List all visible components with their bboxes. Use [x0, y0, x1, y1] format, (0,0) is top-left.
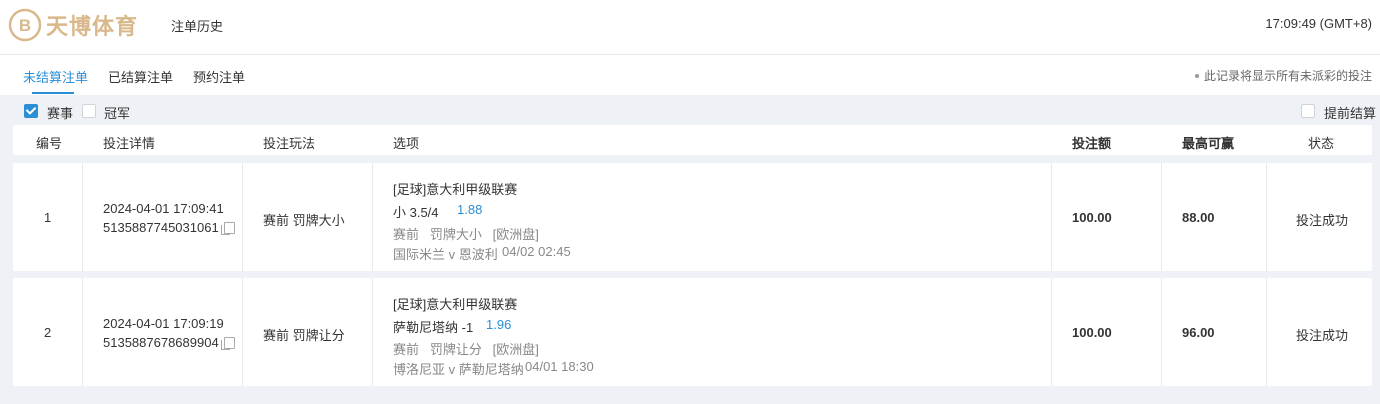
copy-icon[interactable] — [220, 221, 235, 235]
early-settle-label: 提前结算 — [1324, 106, 1377, 121]
champion-filter-label: 冠军 — [104, 106, 131, 121]
bet-stake: 100.00 — [1072, 210, 1112, 225]
bet-number: 2 — [44, 325, 52, 340]
bet-market: 赛前 罚牌大小 [欧洲盘] — [393, 227, 539, 242]
col-max-win: 最高可赢 — [1182, 136, 1235, 151]
bet-ticket: 5135887678689904 — [103, 335, 235, 350]
filter-bar: 赛事 冠军 提前结算 — [0, 95, 1380, 125]
bullet-icon — [1194, 73, 1199, 78]
bet-match: 博洛尼亚 v 萨勒尼塔纳 — [393, 362, 524, 377]
nav-bet-history[interactable]: 注单历史 — [171, 16, 223, 35]
info-note-text: 此记录将显示所有未派彩的投注 — [1203, 69, 1372, 83]
cell-option: [足球]意大利甲级联赛 小 3.5/4 1.88 赛前 罚牌大小 [欧洲盘] 国… — [372, 163, 1051, 271]
cell-id: 2 — [13, 278, 82, 386]
bet-market: 赛前 罚牌让分 [欧洲盘] — [393, 342, 539, 357]
cell-play: 赛前 罚牌大小 — [242, 163, 373, 271]
bet-number: 1 — [44, 210, 52, 225]
cell-detail: 2024-04-01 17:09:41 5135887745031061 — [82, 163, 242, 271]
bet-datetime: 2024-04-01 17:09:41 — [103, 201, 224, 216]
col-play: 投注玩法 — [263, 136, 316, 151]
early-settle-checkbox[interactable] — [1301, 104, 1315, 118]
clock: 17:09:49 (GMT+8) — [1265, 16, 1372, 31]
logo-mark-icon: B — [8, 8, 42, 42]
info-note: 此记录将显示所有未派彩的投注 — [1194, 67, 1372, 84]
bet-league: [足球]意大利甲级联赛 — [393, 297, 518, 312]
cell-stake: 100.00 — [1051, 278, 1162, 386]
bet-stake: 100.00 — [1072, 325, 1112, 340]
cell-play: 赛前 罚牌让分 — [242, 278, 373, 386]
event-filter-label: 赛事 — [47, 106, 74, 121]
table-row: 1 2024-04-01 17:09:41 5135887745031061 赛… — [13, 163, 1372, 271]
tab-unsettled[interactable]: 未结算注单 — [23, 67, 88, 86]
bet-match: 国际米兰 v 恩波利 — [393, 247, 498, 262]
ticket-number: 5135887678689904 — [103, 335, 219, 350]
cell-max-win: 88.00 — [1161, 163, 1267, 271]
active-tab-indicator — [32, 92, 74, 94]
table-header: 编号 投注详情 投注玩法 选项 投注额 最高可赢 状态 — [13, 125, 1372, 155]
bet-max-win: 88.00 — [1182, 210, 1215, 225]
copy-icon[interactable] — [220, 336, 235, 350]
bet-match-time: 04/01 18:30 — [525, 359, 594, 374]
cell-id: 1 — [13, 163, 82, 271]
tab-reserved[interactable]: 预约注单 — [193, 67, 245, 86]
cell-max-win: 96.00 — [1161, 278, 1267, 386]
bet-pick: 萨勒尼塔纳 -1 — [393, 320, 474, 335]
col-stake: 投注额 — [1072, 136, 1112, 151]
top-bar: B 天博体育 注单历史 17:09:49 (GMT+8) — [0, 0, 1380, 55]
bet-odds: 1.88 — [457, 202, 483, 217]
table-row: 2 2024-04-01 17:09:19 5135887678689904 赛… — [13, 278, 1372, 386]
bet-match-time: 04/02 02:45 — [502, 244, 571, 259]
col-detail: 投注详情 — [103, 136, 156, 151]
bet-play: 赛前 罚牌大小 — [263, 213, 345, 228]
logo[interactable]: B 天博体育 — [8, 6, 138, 44]
bet-pick: 小 3.5/4 — [393, 205, 439, 220]
bet-odds: 1.96 — [486, 317, 512, 332]
bet-list-area: 赛事 冠军 提前结算 编号 投注详情 投注玩法 选项 投注额 最高可赢 状态 1… — [0, 95, 1380, 404]
bet-status: 投注成功 — [1296, 328, 1349, 343]
bet-league: [足球]意大利甲级联赛 — [393, 182, 518, 197]
cell-status: 投注成功 — [1266, 163, 1373, 271]
event-checkbox[interactable] — [24, 104, 38, 118]
bet-max-win: 96.00 — [1182, 325, 1215, 340]
col-status: 状态 — [1308, 136, 1335, 151]
bet-play: 赛前 罚牌让分 — [263, 328, 345, 343]
bet-status: 投注成功 — [1296, 213, 1349, 228]
svg-text:B: B — [19, 16, 31, 35]
cell-detail: 2024-04-01 17:09:19 5135887678689904 — [82, 278, 242, 386]
tab-settled[interactable]: 已结算注单 — [108, 67, 173, 86]
bet-ticket: 5135887745031061 — [103, 220, 235, 235]
bet-tabs: 未结算注单 已结算注单 预约注单 此记录将显示所有未派彩的投注 — [0, 55, 1380, 95]
col-option: 选项 — [393, 136, 420, 151]
champion-checkbox[interactable] — [82, 104, 96, 118]
logo-text: 天博体育 — [46, 14, 139, 39]
col-id: 编号 — [36, 136, 63, 151]
cell-option: [足球]意大利甲级联赛 萨勒尼塔纳 -1 1.96 赛前 罚牌让分 [欧洲盘] … — [372, 278, 1051, 386]
cell-status: 投注成功 — [1266, 278, 1373, 386]
bet-datetime: 2024-04-01 17:09:19 — [103, 316, 224, 331]
cell-stake: 100.00 — [1051, 163, 1162, 271]
ticket-number: 5135887745031061 — [103, 220, 219, 235]
